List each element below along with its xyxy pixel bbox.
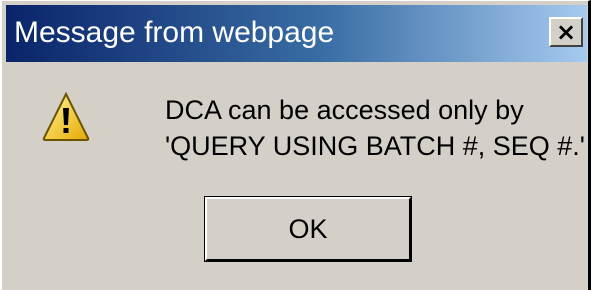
warning-icon — [42, 92, 90, 141]
message-line-2: 'QUERY USING BATCH #, SEQ #.' — [165, 131, 585, 161]
ok-button[interactable]: OK — [204, 196, 412, 262]
close-icon: × — [555, 18, 577, 46]
dialog-title: Message from webpage — [14, 16, 335, 49]
ok-button-label: OK — [288, 214, 328, 244]
message-text: DCA can be accessed only by 'QUERY USING… — [165, 92, 585, 164]
message-dialog: Message from webpage × DCA can be access… — [0, 0, 591, 290]
message-line-1: DCA can be accessed only by — [165, 95, 524, 125]
title-bar[interactable]: Message from webpage × — [6, 5, 587, 62]
close-button[interactable]: × — [549, 17, 583, 47]
